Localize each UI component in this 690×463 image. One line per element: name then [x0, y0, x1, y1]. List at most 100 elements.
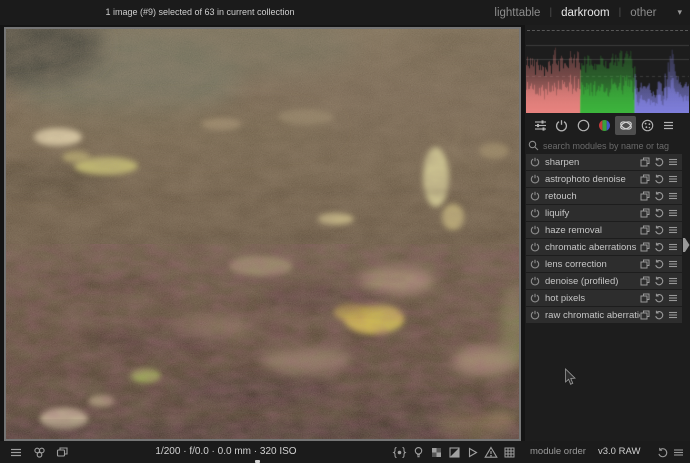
collection-status: 1 image (#9) selected of 63 in current c… [0, 0, 400, 25]
reset-icon[interactable] [654, 259, 664, 269]
module-power-icon[interactable] [530, 157, 540, 167]
multi-instance-icon[interactable] [640, 157, 650, 167]
module-row[interactable]: sharpen [526, 154, 682, 170]
module-label: denoise (profiled) [545, 276, 640, 287]
softproof-icon[interactable] [466, 446, 479, 459]
module-row[interactable]: lens correction [526, 256, 682, 272]
module-presets-icon[interactable] [668, 191, 678, 201]
module-presets-icon[interactable] [668, 293, 678, 303]
module-row[interactable]: chromatic aberrations [526, 239, 682, 255]
module-row[interactable]: retouch [526, 188, 682, 204]
gamut-check-icon[interactable] [448, 446, 461, 459]
module-presets-icon[interactable] [668, 174, 678, 184]
module-power-icon[interactable] [530, 208, 540, 218]
top-bar: 1 image (#9) selected of 63 in current c… [0, 0, 690, 25]
reset-icon[interactable] [654, 225, 664, 235]
module-power-icon[interactable] [530, 191, 540, 201]
module-power-icon[interactable] [530, 242, 540, 252]
module-label: chromatic aberrations [545, 242, 640, 253]
tab-effects-group[interactable] [636, 116, 657, 135]
module-power-icon[interactable] [530, 174, 540, 184]
module-group-tabs [526, 114, 683, 137]
view-switcher: lighttable | darkroom | other ▾ [494, 0, 682, 25]
view-other[interactable]: other [630, 7, 656, 19]
histogram-canvas[interactable] [526, 34, 689, 113]
module-power-icon[interactable] [530, 293, 540, 303]
multi-instance-icon[interactable] [640, 225, 650, 235]
reset-icon[interactable] [654, 293, 664, 303]
view-lighttable[interactable]: lighttable [494, 7, 540, 19]
multi-instance-icon[interactable] [640, 276, 650, 286]
rgb-circle-icon [598, 119, 611, 132]
multi-instance-icon[interactable] [640, 310, 650, 320]
module-power-icon[interactable] [530, 259, 540, 269]
multi-instance-icon[interactable] [640, 293, 650, 303]
tab-active-modules[interactable] [530, 116, 551, 135]
image-frame [4, 27, 521, 441]
module-presets-icon[interactable] [668, 259, 678, 269]
focus-peaking-icon[interactable] [392, 446, 407, 459]
multi-instance-icon[interactable] [640, 174, 650, 184]
reset-icon[interactable] [654, 242, 664, 252]
tab-color-group[interactable] [594, 116, 615, 135]
tab-correct-group[interactable] [615, 116, 636, 135]
module-power-icon[interactable] [530, 310, 540, 320]
module-label: retouch [545, 191, 640, 202]
reset-icon[interactable] [654, 191, 664, 201]
module-power-icon[interactable] [530, 225, 540, 235]
reset-icon[interactable] [654, 157, 664, 167]
module-search [528, 139, 681, 152]
module-row[interactable]: raw chromatic aberrations [526, 307, 682, 323]
tab-power-group[interactable] [551, 116, 572, 135]
module-label: lens correction [545, 259, 640, 270]
module-presets-icon[interactable] [668, 276, 678, 286]
module-row[interactable]: denoise (profiled) [526, 273, 682, 289]
module-row[interactable]: hot pixels [526, 290, 682, 306]
module-order-reset-icon[interactable] [657, 447, 668, 458]
module-label: astrophoto denoise [545, 174, 640, 185]
lamp-icon[interactable] [412, 446, 425, 459]
module-list: sharpen [526, 154, 682, 324]
view-separator: | [619, 7, 622, 18]
reset-icon[interactable] [654, 310, 664, 320]
module-order-presets-icon[interactable] [673, 447, 684, 458]
reset-icon[interactable] [654, 276, 664, 286]
mouse-cursor [564, 368, 577, 387]
view-darkroom[interactable]: darkroom [561, 7, 610, 19]
module-presets-icon[interactable] [668, 208, 678, 218]
multi-instance-icon[interactable] [640, 259, 650, 269]
module-presets-icon[interactable] [668, 157, 678, 167]
module-presets-icon[interactable] [668, 225, 678, 235]
multi-instance-icon[interactable] [640, 208, 650, 218]
module-power-icon[interactable] [530, 276, 540, 286]
multi-instance-icon[interactable] [640, 242, 650, 252]
module-label: haze removal [545, 225, 640, 236]
module-row[interactable]: astrophoto denoise [526, 171, 682, 187]
module-label: hot pixels [545, 293, 640, 304]
search-input[interactable] [543, 141, 681, 151]
power-icon [555, 119, 568, 132]
guides-grid-icon[interactable] [503, 446, 516, 459]
module-row[interactable]: liquify [526, 205, 682, 221]
right-panel-collapse-handle[interactable] [683, 237, 690, 253]
tab-presets-menu[interactable] [658, 116, 679, 135]
grain-circle-icon [641, 119, 654, 132]
color-assessment-icon[interactable] [430, 446, 443, 459]
photo-forest-floor[interactable] [6, 29, 519, 439]
hamburger-icon [662, 119, 675, 132]
module-label: liquify [545, 208, 640, 219]
views-dropdown-caret[interactable]: ▾ [677, 7, 682, 18]
module-label: raw chromatic aberrations [545, 310, 640, 321]
module-order-label: module order [530, 441, 586, 463]
multi-instance-icon[interactable] [640, 191, 650, 201]
top-panel-expander[interactable] [527, 30, 688, 31]
module-presets-icon[interactable] [668, 310, 678, 320]
tab-base-group[interactable] [573, 116, 594, 135]
module-presets-icon[interactable] [668, 242, 678, 252]
overlapping-ellipses-icon [619, 119, 633, 132]
overexposure-warning-icon[interactable] [484, 446, 498, 459]
module-label: sharpen [545, 157, 640, 168]
reset-icon[interactable] [654, 208, 664, 218]
module-row[interactable]: haze removal [526, 222, 682, 238]
reset-icon[interactable] [654, 174, 664, 184]
